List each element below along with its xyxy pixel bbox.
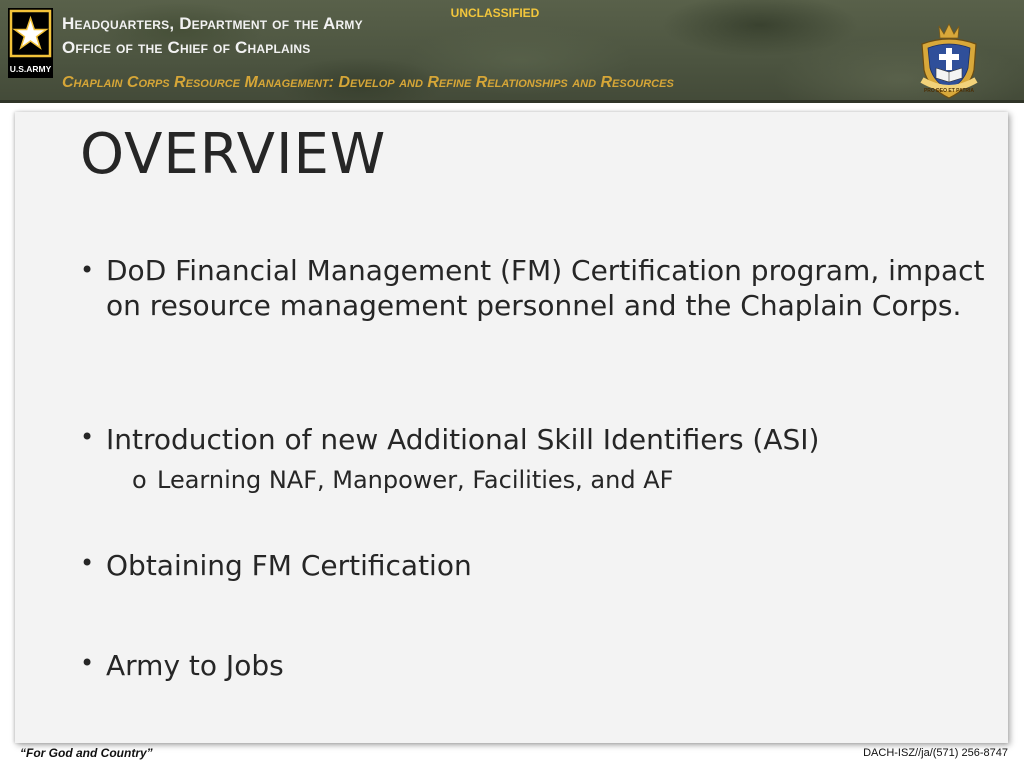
footer-reference: DACH-ISZ//ja/(571) 256-8747 — [863, 747, 1008, 759]
org-name-line2: Office of the Chief of Chaplains — [62, 38, 311, 57]
sub-bullet-marker: o — [132, 466, 147, 494]
bullet-text: Introduction of new Additional Skill Ide… — [106, 423, 820, 456]
org-name-line1: Headquarters, Department of the Army — [62, 14, 363, 33]
slide-title: OVERVIEW — [80, 122, 387, 187]
bullet-dot: • — [80, 649, 95, 677]
header-subtitle: Chaplain Corps Resource Management: Deve… — [62, 74, 674, 91]
bullet-text: DoD Financial Management (FM) Certificat… — [106, 254, 985, 322]
classification-label: UNCLASSIFIED — [450, 6, 540, 20]
bullet-dot: • — [80, 423, 95, 451]
bullet-text: Obtaining FM Certification — [106, 549, 472, 582]
bullet-dot: • — [80, 256, 95, 284]
bullet-dot: • — [80, 549, 95, 577]
bullet-text: Army to Jobs — [106, 649, 284, 682]
sub-bullet-text: Learning NAF, Manpower, Facilities, and … — [157, 466, 674, 494]
footer-motto: “For God and Country” — [20, 746, 153, 760]
svg-text:PRO DEO ET PATRIA: PRO DEO ET PATRIA — [924, 88, 974, 94]
svg-text:U.S.ARMY: U.S.ARMY — [10, 64, 52, 74]
chaplain-corps-crest-icon: PRO DEO ET PATRIA — [920, 23, 978, 99]
army-star-logo-icon: U.S.ARMY — [8, 8, 53, 78]
header-divider — [0, 100, 1024, 103]
